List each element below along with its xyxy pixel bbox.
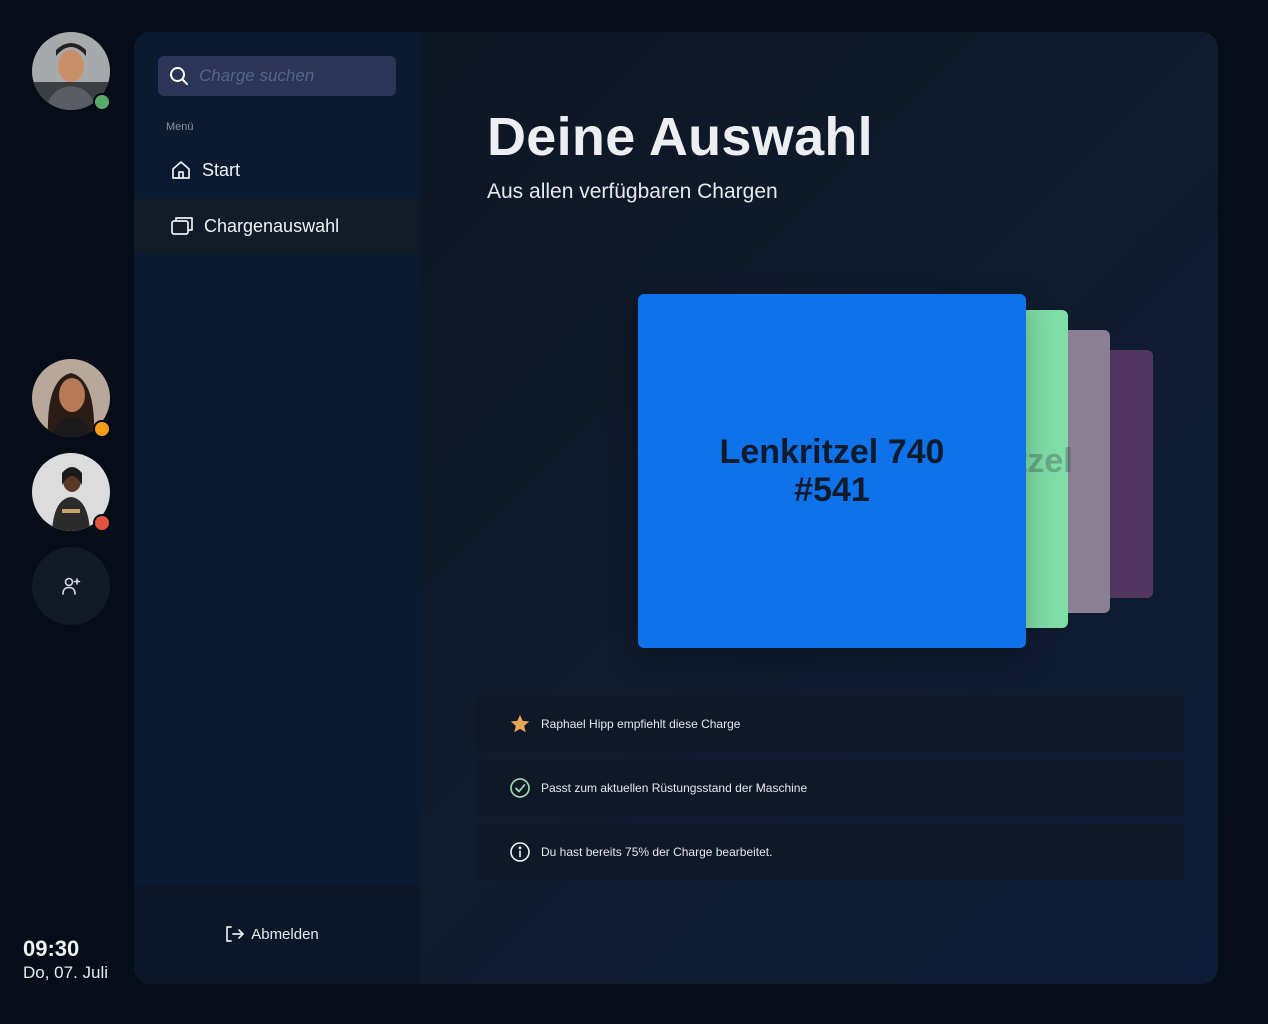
clock: 09:30 Do, 07. Juli — [23, 936, 108, 984]
sidebar-item-start[interactable]: Start — [134, 142, 420, 198]
page-title: Deine Auswahl — [487, 107, 873, 167]
info-text: Raphael Hipp empfiehlt diese Charge — [541, 717, 741, 731]
batch-card-number: #541 — [794, 471, 870, 509]
batch-card-selected[interactable]: Lenkritzel 740 #541 — [638, 294, 1026, 648]
check-circle-icon — [509, 777, 531, 799]
info-recommendation: Raphael Hipp empfiehlt diese Charge — [476, 696, 1184, 752]
clock-date: Do, 07. Juli — [23, 963, 109, 982]
status-away-indicator — [93, 420, 111, 438]
add-user-button[interactable] — [32, 547, 110, 625]
page-subtitle: Aus allen verfügbaren Chargen — [487, 180, 778, 203]
menu-label: Menü — [166, 121, 194, 133]
search-icon — [169, 66, 189, 86]
logout-icon — [225, 925, 245, 943]
info-icon — [509, 841, 531, 863]
status-online-indicator — [93, 93, 111, 111]
info-progress: Du hast bereits 75% der Charge bearbeite… — [476, 824, 1184, 880]
app-panel: Menü Start Chargenauswahl — [134, 32, 1218, 984]
home-icon — [170, 159, 192, 181]
info-setup-match: Passt zum aktuellen Rüstungsstand der Ma… — [476, 760, 1184, 816]
logout-button[interactable]: Abmelden — [225, 925, 319, 943]
sidebar-item-label: Chargenauswahl — [204, 215, 340, 236]
search-box[interactable] — [158, 56, 396, 96]
clock-time: 09:30 — [23, 936, 80, 961]
star-icon — [509, 713, 531, 735]
sidebar-item-chargenauswahl[interactable]: Chargenauswahl — [134, 198, 420, 254]
sidebar-item-label: Start — [202, 159, 241, 180]
logout-area: Abmelden — [134, 884, 420, 984]
info-text: Passt zum aktuellen Rüstungsstand der Ma… — [541, 781, 808, 795]
info-text: Du hast bereits 75% der Charge bearbeite… — [541, 845, 773, 859]
add-user-icon — [60, 575, 82, 597]
status-busy-indicator — [93, 514, 111, 532]
batches-icon — [170, 215, 194, 237]
logout-label: Abmelden — [251, 925, 319, 943]
search-input[interactable] — [197, 65, 386, 87]
sidebar: Menü Start Chargenauswahl — [134, 32, 420, 984]
